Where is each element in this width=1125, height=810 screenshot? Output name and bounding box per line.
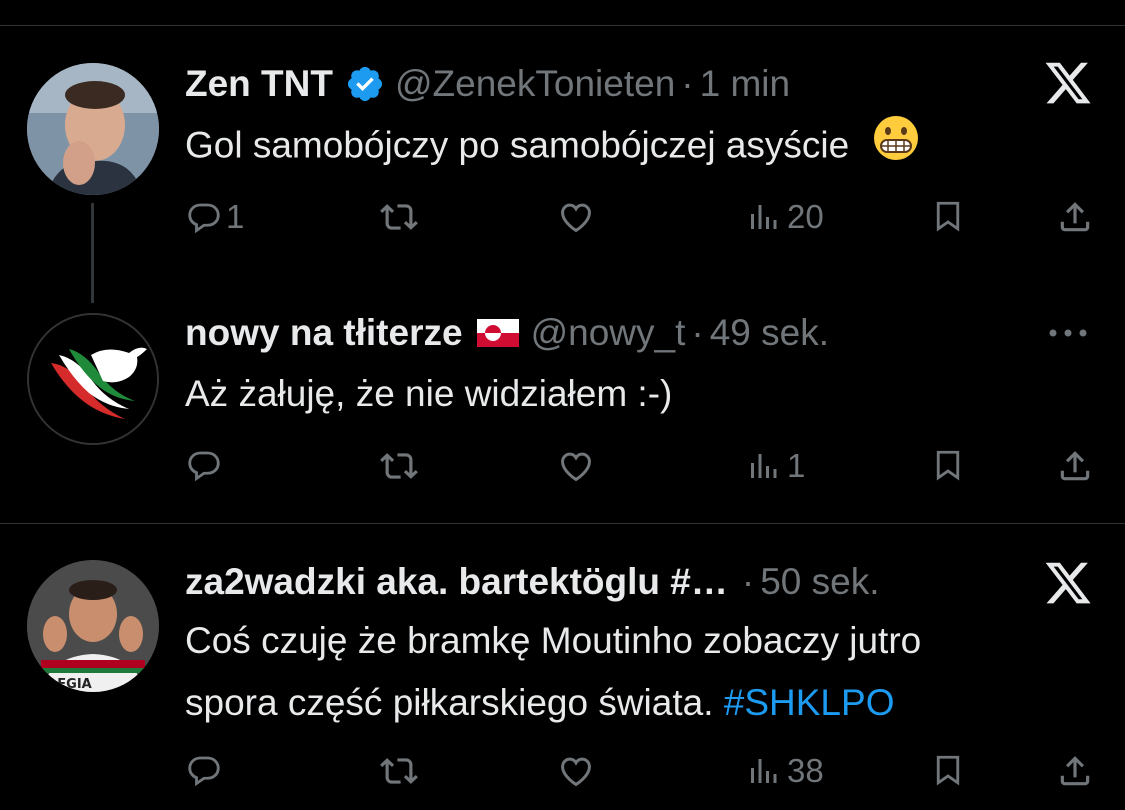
avatar[interactable] bbox=[27, 313, 159, 445]
reply-icon bbox=[188, 756, 220, 787]
retweet-icon bbox=[380, 453, 418, 479]
retweet-button[interactable] bbox=[380, 752, 418, 790]
views-button[interactable]: 20 bbox=[745, 198, 824, 236]
tweet-text-content: Gol samobójczy po samobójczej asyście bbox=[185, 124, 850, 166]
retweet-icon bbox=[380, 758, 418, 784]
retweet-button[interactable] bbox=[380, 198, 418, 236]
separator-dot: · bbox=[681, 63, 694, 104]
views-count: 20 bbox=[787, 198, 824, 235]
tweet-text-line-1: Coś czuję że bramkę Moutinho zobaczy jut… bbox=[185, 620, 922, 661]
timestamp[interactable]: 49 sek. bbox=[710, 312, 829, 354]
bookmark-button[interactable] bbox=[930, 752, 966, 788]
top-divider bbox=[0, 25, 1125, 26]
handle[interactable]: @ZenekTonieten bbox=[395, 63, 675, 105]
tweet-divider bbox=[0, 523, 1125, 524]
timestamp[interactable]: 50 sek. bbox=[760, 561, 879, 603]
share-icon bbox=[1060, 756, 1090, 786]
tweet-text: Coś czuję że bramkę Moutinho zobaczy jut… bbox=[185, 610, 921, 734]
tweet-header: za2wadzki aka. bartektöglu #… · 50 sek. bbox=[185, 554, 879, 610]
reply-button[interactable] bbox=[186, 447, 222, 483]
display-name[interactable]: Zen TNT bbox=[185, 63, 333, 105]
views-chart-icon bbox=[751, 205, 777, 229]
bookmark-button[interactable] bbox=[930, 447, 966, 483]
avatar[interactable]: LEGIA bbox=[27, 560, 159, 692]
reply-count: 1 bbox=[226, 198, 245, 235]
heart-icon bbox=[561, 757, 591, 787]
display-name[interactable]: nowy na tłiterze bbox=[185, 312, 463, 354]
x-logo-icon[interactable] bbox=[1043, 58, 1093, 113]
share-button[interactable] bbox=[1056, 198, 1094, 236]
tweet-text: Aż żałuję, że nie widziałem :-) bbox=[185, 373, 673, 414]
like-button[interactable] bbox=[557, 752, 595, 790]
avatar[interactable] bbox=[27, 63, 159, 195]
share-button[interactable] bbox=[1056, 752, 1094, 790]
retweet-icon bbox=[380, 204, 418, 230]
reply-button[interactable]: 1 bbox=[186, 198, 244, 236]
greenland-flag-icon bbox=[476, 319, 519, 347]
views-count: 38 bbox=[787, 752, 824, 789]
bird-logo-icon bbox=[29, 315, 157, 443]
handle[interactable]: @nowy_t bbox=[531, 312, 686, 354]
bookmark-button[interactable] bbox=[930, 198, 966, 234]
grimacing-face-emoji bbox=[872, 114, 920, 181]
tweet-header: Zen TNT @ZenekTonieten · 1 min bbox=[185, 56, 790, 112]
like-button[interactable] bbox=[557, 198, 595, 236]
avatar-shirt-text: LEGIA bbox=[49, 677, 92, 692]
bookmark-icon bbox=[936, 201, 960, 232]
share-icon bbox=[1060, 202, 1090, 232]
views-count: 1 bbox=[787, 447, 806, 484]
reply-icon bbox=[188, 203, 220, 234]
tweet-text-line-2: spora część piłkarskiego świata. #SHKLPO bbox=[185, 672, 921, 734]
avatar-photo: LEGIA bbox=[27, 560, 159, 692]
heart-icon bbox=[561, 452, 591, 482]
tweet-text-line-2-plain: spora część piłkarskiego świata. bbox=[185, 682, 714, 723]
more-options-icon[interactable] bbox=[1043, 318, 1093, 353]
views-chart-icon bbox=[751, 454, 777, 478]
views-button[interactable]: 38 bbox=[745, 752, 824, 790]
tweet-actions: 38 bbox=[0, 752, 1125, 802]
tweet-actions: 1 bbox=[0, 447, 1125, 497]
share-icon bbox=[1060, 451, 1090, 481]
retweet-button[interactable] bbox=[380, 447, 418, 485]
share-button[interactable] bbox=[1056, 447, 1094, 485]
separator-dot: · bbox=[691, 312, 704, 353]
bookmark-icon bbox=[936, 755, 960, 786]
reply-icon bbox=[188, 451, 220, 482]
timestamp[interactable]: 1 min bbox=[700, 63, 790, 105]
tweet-text: Gol samobójczy po samobójczej asyście bbox=[185, 114, 920, 181]
bookmark-icon bbox=[936, 450, 960, 481]
like-button[interactable] bbox=[557, 447, 595, 485]
verified-badge-icon[interactable] bbox=[345, 64, 385, 104]
x-logo-icon[interactable] bbox=[1043, 558, 1093, 613]
tweet-actions: 1 20 bbox=[0, 198, 1125, 248]
display-name[interactable]: za2wadzki aka. bartektöglu #… bbox=[185, 561, 728, 603]
tweet-header: nowy na tłiterze @nowy_t · 49 sek. bbox=[185, 305, 829, 361]
hashtag-link[interactable]: #SHKLPO bbox=[724, 682, 895, 723]
views-button[interactable]: 1 bbox=[745, 447, 805, 485]
heart-icon bbox=[561, 203, 591, 233]
views-chart-icon bbox=[751, 759, 777, 783]
avatar-photo bbox=[27, 63, 159, 195]
separator-dot: · bbox=[741, 561, 755, 602]
reply-button[interactable] bbox=[186, 752, 222, 788]
